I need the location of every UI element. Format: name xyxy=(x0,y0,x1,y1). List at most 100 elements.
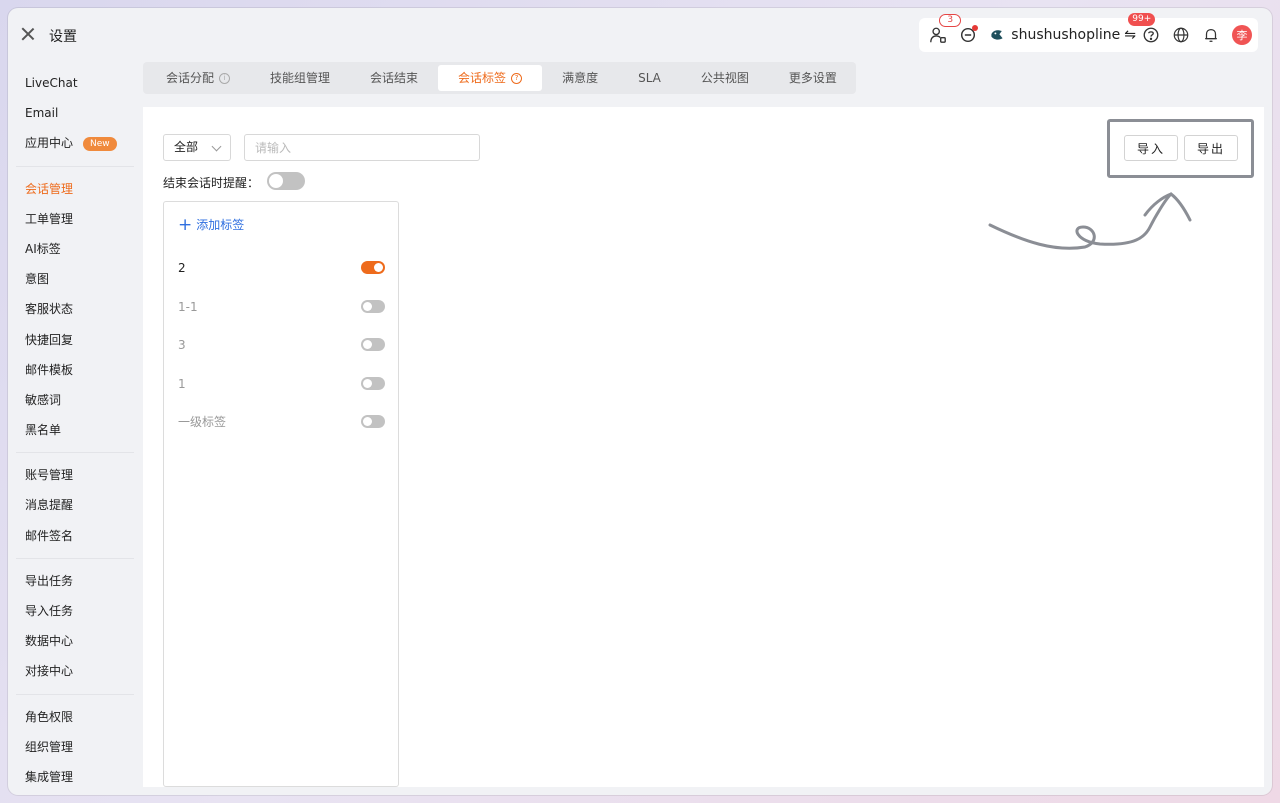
new-badge: New xyxy=(83,136,117,151)
avatar[interactable]: 李 xyxy=(1232,25,1252,45)
tab-label: 技能组管理 xyxy=(270,71,331,85)
add-tag-label: 添加标签 xyxy=(196,218,245,232)
sidebar-item-label: 会话管理 xyxy=(25,181,74,196)
tag-toggle[interactable] xyxy=(361,300,385,313)
sidebar-item-label: 快捷回复 xyxy=(25,332,74,347)
sidebar-item-blacklist[interactable]: 黑名单 xyxy=(8,415,142,445)
tab-label: 公共视图 xyxy=(700,71,749,85)
tab-public-views[interactable]: 公共视图 xyxy=(681,65,769,91)
bell-icon[interactable] xyxy=(1200,24,1222,46)
sidebar-item-label: Email xyxy=(25,106,59,121)
sidebar-item-conversation-management[interactable]: 会话管理 xyxy=(8,174,142,204)
settings-window: 设置 3 shushushopline ⇋ 99+ 李 LiveChat Ema… xyxy=(8,8,1272,795)
info-icon[interactable]: i xyxy=(219,72,231,84)
tag-list-panel: + 添加标签 2 1-1 3 1 一级标签 xyxy=(163,201,399,787)
sidebar-item-agent-status[interactable]: 客服状态 xyxy=(8,294,142,324)
sidebar-item-label: 账号管理 xyxy=(25,468,74,483)
sidebar: LiveChat Email 应用中心 New 会话管理 工单管理 AI标签 意图… xyxy=(8,68,142,792)
tag-toggle[interactable] xyxy=(361,415,385,428)
header-toolbar: 3 shushushopline ⇋ 99+ 李 xyxy=(919,13,1258,52)
sidebar-item-label: 集成管理 xyxy=(25,769,74,784)
tab-label: 更多设置 xyxy=(788,71,837,85)
tab-more-settings[interactable]: 更多设置 xyxy=(769,65,857,91)
sidebar-group-channels: LiveChat Email 应用中心 New xyxy=(8,68,142,159)
tags-content: 全部 结束会话时提醒： + 添加标签 2 1-1 3 1 xyxy=(143,107,1264,787)
sidebar-item-email-templates[interactable]: 邮件模板 xyxy=(8,355,142,385)
settings-tabs: 会话分配 i 技能组管理 会话结束 会话标签 ? 满意度 SLA 公共视图 更多… xyxy=(143,62,856,94)
tab-label: 会话标签 xyxy=(458,71,507,85)
sidebar-item-data-center[interactable]: 数据中心 xyxy=(8,626,142,656)
plus-icon: + xyxy=(178,214,193,235)
header: 设置 3 shushushopline ⇋ 99+ 李 xyxy=(8,8,1272,62)
end-reminder-toggle[interactable] xyxy=(267,172,305,190)
chevron-down-icon xyxy=(211,141,222,152)
sidebar-item-livechat[interactable]: LiveChat xyxy=(8,68,142,98)
tag-name: 3 xyxy=(178,338,186,352)
close-icon[interactable] xyxy=(20,26,36,42)
sidebar-item-label: 邮件签名 xyxy=(25,528,74,543)
tab-skill-groups[interactable]: 技能组管理 xyxy=(250,65,350,91)
tag-scope-select[interactable]: 全部 xyxy=(163,134,231,161)
end-reminder-label: 结束会话时提醒： xyxy=(163,176,260,190)
swap-icon[interactable]: ⇋ 99+ xyxy=(1124,13,1156,43)
sidebar-item-import-tasks[interactable]: 导入任务 xyxy=(8,596,142,626)
sidebar-item-label: 敏感词 xyxy=(25,392,62,407)
sidebar-item-label: AI标签 xyxy=(25,241,61,256)
sidebar-item-ai-tags[interactable]: AI标签 xyxy=(8,234,142,264)
tab-label: 会话分配 xyxy=(166,71,215,85)
sidebar-item-app-center[interactable]: 应用中心 New xyxy=(8,128,142,158)
globe-icon[interactable] xyxy=(1170,24,1192,46)
sidebar-item-sensitive-words[interactable]: 敏感词 xyxy=(8,385,142,415)
tag-name: 1 xyxy=(178,377,186,391)
sidebar-item-email[interactable]: Email xyxy=(8,98,142,128)
sidebar-item-label: 意图 xyxy=(25,272,50,287)
tab-label: SLA xyxy=(638,71,661,85)
sidebar-item-label: 邮件模板 xyxy=(25,362,74,377)
tag-name: 一级标签 xyxy=(178,415,227,429)
sidebar-divider xyxy=(16,452,134,454)
tag-row[interactable]: 1 xyxy=(178,373,385,393)
tab-conversation-end[interactable]: 会话结束 xyxy=(350,65,438,91)
sidebar-item-notifications[interactable]: 消息提醒 xyxy=(8,490,142,520)
swap-glyph: ⇋ xyxy=(1124,27,1136,43)
sidebar-item-export-tasks[interactable]: 导出任务 xyxy=(8,566,142,596)
sidebar-item-role-permissions[interactable]: 角色权限 xyxy=(8,702,142,732)
add-tag-button[interactable]: + 添加标签 xyxy=(178,216,244,233)
tag-toggle[interactable] xyxy=(361,338,385,351)
agent-queue-icon[interactable]: 3 xyxy=(927,14,962,46)
sidebar-item-intent[interactable]: 意图 xyxy=(8,264,142,294)
tag-toggle[interactable] xyxy=(361,377,385,390)
tag-row[interactable]: 3 xyxy=(178,334,385,354)
sidebar-item-organization[interactable]: 组织管理 xyxy=(8,732,142,762)
tag-toggle[interactable] xyxy=(361,261,385,274)
sidebar-item-quick-reply[interactable]: 快捷回复 xyxy=(8,325,142,355)
tab-sla[interactable]: SLA xyxy=(618,65,681,91)
shop-switcher[interactable]: shushushopline ⇋ 99+ xyxy=(989,13,1156,43)
sidebar-item-label: 工单管理 xyxy=(25,211,74,226)
import-button[interactable]: 导入 xyxy=(1124,135,1178,161)
sidebar-item-ticket-management[interactable]: 工单管理 xyxy=(8,204,142,234)
tab-satisfaction[interactable]: 满意度 xyxy=(542,65,618,91)
sidebar-item-integration-center[interactable]: 对接中心 xyxy=(8,656,142,686)
status-minus-icon[interactable] xyxy=(957,24,979,46)
tab-label: 满意度 xyxy=(562,71,599,85)
sidebar-item-email-signature[interactable]: 邮件签名 xyxy=(8,521,142,551)
sidebar-item-account-management[interactable]: 账号管理 xyxy=(8,460,142,490)
tab-conversation-tags[interactable]: 会话标签 ? xyxy=(438,65,543,91)
tag-row[interactable]: 2 xyxy=(178,257,385,277)
export-button[interactable]: 导出 xyxy=(1184,135,1238,161)
select-value: 全部 xyxy=(174,140,199,154)
sidebar-group-data: 导出任务 导入任务 数据中心 对接中心 xyxy=(8,566,142,687)
search-input[interactable] xyxy=(244,134,480,161)
tag-row[interactable]: 1-1 xyxy=(178,296,385,316)
tag-row[interactable]: 一级标签 xyxy=(178,411,385,431)
tag-name: 2 xyxy=(178,261,186,275)
help-icon[interactable] xyxy=(1140,24,1162,46)
sidebar-item-integrations[interactable]: 集成管理 xyxy=(8,762,142,792)
status-dot xyxy=(972,25,979,31)
sidebar-divider xyxy=(16,557,134,559)
sidebar-group-account: 账号管理 消息提醒 邮件签名 xyxy=(8,460,142,551)
help-circle-icon[interactable]: ? xyxy=(511,72,523,84)
tab-conversation-assignment[interactable]: 会话分配 i xyxy=(146,65,250,91)
sidebar-group-service: 会话管理 工单管理 AI标签 意图 客服状态 快捷回复 邮件模板 敏感词 黑名单 xyxy=(8,174,142,446)
